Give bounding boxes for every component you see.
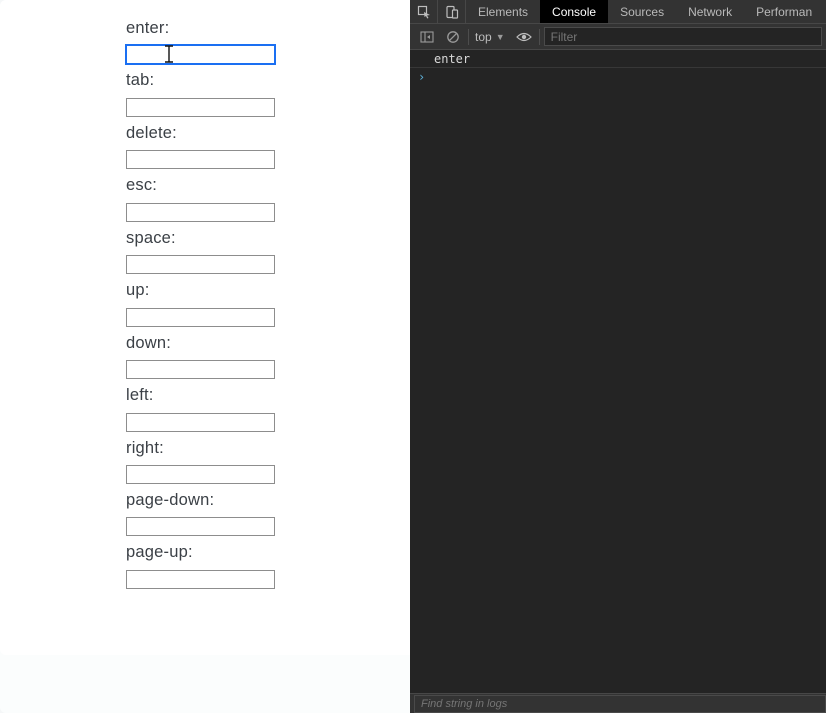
- toolbar-separator: [468, 29, 469, 45]
- field-label-tab: tab:: [126, 70, 386, 91]
- content-card: enter: tab: delete: esc: space: up: down…: [0, 0, 410, 655]
- field-label-right: right:: [126, 438, 386, 459]
- field-input-down[interactable]: [126, 360, 275, 379]
- context-label: top: [475, 30, 492, 44]
- console-toolbar: top ▼: [410, 24, 826, 50]
- devtools-panel: Elements Console Sources Network Perform…: [410, 0, 826, 713]
- field-label-enter: enter:: [126, 18, 386, 39]
- field-label-delete: delete:: [126, 123, 386, 144]
- fields-container: enter: tab: delete: esc: space: up: down…: [126, 18, 386, 595]
- context-selector[interactable]: top ▼: [471, 30, 511, 44]
- field-input-up[interactable]: [126, 308, 275, 327]
- field-input-tab[interactable]: [126, 98, 275, 117]
- tab-network[interactable]: Network: [676, 0, 744, 23]
- inspect-icon: [417, 5, 431, 19]
- console-sidebar-toggle[interactable]: [414, 24, 440, 50]
- field-label-esc: esc:: [126, 175, 386, 196]
- field-input-page-up[interactable]: [126, 570, 275, 589]
- field-input-esc[interactable]: [126, 203, 275, 222]
- console-log-text: enter: [434, 52, 470, 66]
- field-label-page-up: page-up:: [126, 542, 386, 563]
- inspect-element-button[interactable]: [410, 0, 438, 23]
- console-prompt[interactable]: ›: [410, 68, 826, 86]
- find-in-logs-input[interactable]: [414, 695, 826, 713]
- field-input-delete[interactable]: [126, 150, 275, 169]
- toolbar-separator: [539, 29, 540, 45]
- prompt-caret-icon: ›: [418, 70, 425, 84]
- clear-icon: [446, 30, 460, 44]
- chevron-down-icon: ▼: [496, 32, 505, 42]
- field-label-down: down:: [126, 333, 386, 354]
- page-preview: enter: tab: delete: esc: space: up: down…: [0, 0, 410, 713]
- field-input-enter[interactable]: [126, 45, 275, 64]
- field-input-right[interactable]: [126, 465, 275, 484]
- field-input-page-down[interactable]: [126, 517, 275, 536]
- eye-icon: [516, 31, 532, 43]
- tab-console[interactable]: Console: [540, 0, 608, 23]
- tab-elements[interactable]: Elements: [466, 0, 540, 23]
- console-log-row: enter: [410, 50, 826, 68]
- console-filter-input[interactable]: [544, 27, 822, 46]
- field-input-left[interactable]: [126, 413, 275, 432]
- console-output[interactable]: enter ›: [410, 50, 826, 693]
- live-expression-button[interactable]: [511, 24, 537, 50]
- field-label-space: space:: [126, 228, 386, 249]
- field-label-page-down: page-down:: [126, 490, 386, 511]
- field-label-left: left:: [126, 385, 386, 406]
- sidebar-toggle-icon: [420, 31, 434, 43]
- devtools-footer: [410, 693, 826, 713]
- tab-sources[interactable]: Sources: [608, 0, 676, 23]
- field-label-up: up:: [126, 280, 386, 301]
- device-icon: [445, 5, 459, 19]
- tab-performance[interactable]: Performan: [744, 0, 814, 23]
- field-input-space[interactable]: [126, 255, 275, 274]
- toggle-device-button[interactable]: [438, 0, 466, 23]
- clear-console-button[interactable]: [440, 24, 466, 50]
- devtools-tabs: Elements Console Sources Network Perform…: [410, 0, 826, 24]
